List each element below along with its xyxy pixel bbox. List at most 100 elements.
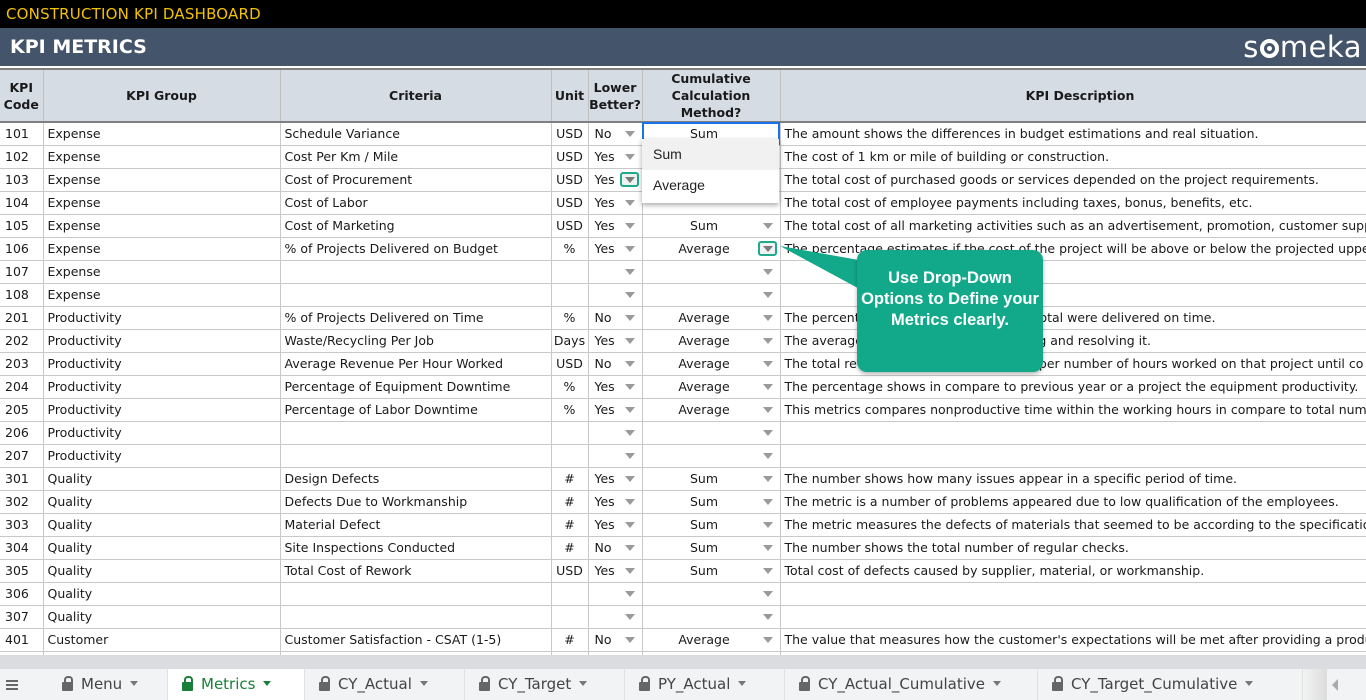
- cell-cumulative-method[interactable]: [642, 283, 781, 307]
- cell-lower-better[interactable]: [588, 605, 643, 629]
- cell-criteria[interactable]: Total Cost of Rework: [280, 559, 552, 583]
- cell-kpi-code[interactable]: 105: [0, 214, 44, 238]
- cell-unit[interactable]: [551, 444, 589, 468]
- dropdown-arrow-icon[interactable]: [762, 544, 773, 551]
- chevron-down-icon[interactable]: [130, 681, 139, 686]
- cell-kpi-code[interactable]: 101: [0, 122, 44, 146]
- dropdown-arrow-icon[interactable]: [624, 153, 635, 160]
- sheet-tab-py-actual[interactable]: PY_Actual: [625, 669, 785, 700]
- cell-kpi-code[interactable]: 103: [0, 168, 44, 192]
- cell-kpi-group[interactable]: Quality: [43, 490, 281, 514]
- cell-kpi-code[interactable]: 107: [0, 260, 44, 284]
- dropdown-arrow-icon[interactable]: [762, 636, 773, 643]
- cell-lower-better[interactable]: Yes: [588, 513, 643, 537]
- cell-description[interactable]: The number shows the total number of reg…: [780, 536, 1366, 560]
- cell-criteria[interactable]: Design Defects: [280, 467, 552, 491]
- cell-lower-better[interactable]: Yes: [588, 329, 643, 353]
- cell-lower-better[interactable]: No: [588, 628, 643, 652]
- cell-description[interactable]: The cost of 1 km or mile of building or …: [780, 145, 1366, 169]
- cell-lower-better[interactable]: No: [588, 306, 643, 330]
- cell-description[interactable]: The amount shows the differences in budg…: [780, 122, 1366, 146]
- chevron-down-icon[interactable]: [263, 681, 272, 686]
- cell-kpi-code[interactable]: 306: [0, 582, 44, 606]
- cell-criteria[interactable]: [280, 283, 552, 307]
- cell-lower-better[interactable]: [588, 260, 643, 284]
- cell-description[interactable]: Total cost of defects caused by supplier…: [780, 559, 1366, 583]
- col-header-unit[interactable]: Unit: [551, 70, 589, 123]
- chevron-down-icon[interactable]: [992, 681, 1001, 686]
- cell-unit[interactable]: [551, 582, 589, 606]
- cell-lower-better[interactable]: Yes: [588, 559, 643, 583]
- dropdown-arrow-icon[interactable]: [624, 567, 635, 574]
- dropdown-option-sum[interactable]: Sum: [642, 139, 779, 170]
- dropdown-arrow-icon[interactable]: [624, 268, 635, 275]
- cell-description[interactable]: [780, 582, 1366, 606]
- cell-kpi-code[interactable]: 304: [0, 536, 44, 560]
- cell-cumulative-method[interactable]: [642, 444, 781, 468]
- col-header-cumulative[interactable]: Cumulative Calculation Method?: [642, 70, 781, 123]
- cell-cumulative-method[interactable]: Average: [642, 352, 781, 376]
- cell-kpi-group[interactable]: Quality: [43, 582, 281, 606]
- cell-kpi-code[interactable]: 106: [0, 237, 44, 261]
- dropdown-option-average[interactable]: Average: [642, 170, 779, 201]
- cell-kpi-group[interactable]: Quality: [43, 467, 281, 491]
- cell-cumulative-method[interactable]: [642, 605, 781, 629]
- cell-unit[interactable]: #: [551, 513, 589, 537]
- cell-unit[interactable]: USD: [551, 559, 589, 583]
- cell-criteria[interactable]: Defects Due to Workmanship: [280, 490, 552, 514]
- cell-kpi-code[interactable]: 302: [0, 490, 44, 514]
- cell-kpi-code[interactable]: 202: [0, 329, 44, 353]
- cell-description[interactable]: The percentage shows in compare to previ…: [780, 375, 1366, 399]
- dropdown-arrow-icon[interactable]: [624, 406, 635, 413]
- cell-unit[interactable]: [551, 283, 589, 307]
- dropdown-arrow-icon[interactable]: [619, 171, 639, 187]
- cell-kpi-code[interactable]: 303: [0, 513, 44, 537]
- cell-unit[interactable]: USD: [551, 168, 589, 192]
- dropdown-arrow-icon[interactable]: [762, 590, 773, 597]
- cell-cumulative-method[interactable]: Sum: [642, 536, 781, 560]
- col-header-lower-better[interactable]: Lower Better?: [588, 70, 643, 123]
- cell-kpi-group[interactable]: Quality: [43, 536, 281, 560]
- cell-lower-better[interactable]: [588, 444, 643, 468]
- cell-kpi-group[interactable]: Productivity: [43, 375, 281, 399]
- cell-criteria[interactable]: [280, 260, 552, 284]
- cell-kpi-group[interactable]: Expense: [43, 145, 281, 169]
- all-sheets-menu-icon[interactable]: [6, 680, 18, 690]
- cell-description[interactable]: The total cost of all marketing activiti…: [780, 214, 1366, 238]
- cell-unit[interactable]: [551, 605, 589, 629]
- cell-criteria[interactable]: Cost of Labor: [280, 191, 552, 215]
- chevron-down-icon[interactable]: [579, 681, 588, 686]
- cell-criteria[interactable]: Cost of Marketing: [280, 214, 552, 238]
- dropdown-arrow-icon[interactable]: [762, 406, 773, 413]
- cell-lower-better[interactable]: Yes: [588, 191, 643, 215]
- dropdown-arrow-icon[interactable]: [624, 636, 635, 643]
- col-header-criteria[interactable]: Criteria: [280, 70, 552, 123]
- chevron-down-icon[interactable]: [1245, 681, 1254, 686]
- cell-lower-better[interactable]: Yes: [588, 237, 643, 261]
- cell-lower-better[interactable]: [588, 283, 643, 307]
- dropdown-arrow-icon[interactable]: [624, 498, 635, 505]
- dropdown-arrow-icon[interactable]: [762, 452, 773, 459]
- cell-kpi-code[interactable]: 104: [0, 191, 44, 215]
- cell-lower-better[interactable]: No: [588, 352, 643, 376]
- cell-kpi-code[interactable]: 102: [0, 145, 44, 169]
- cell-cumulative-method[interactable]: Sum: [642, 559, 781, 583]
- cell-kpi-group[interactable]: Productivity: [43, 352, 281, 376]
- cell-description[interactable]: The metric measures the defects of mater…: [780, 513, 1366, 537]
- cell-kpi-code[interactable]: 204: [0, 375, 44, 399]
- cell-lower-better[interactable]: Yes: [588, 375, 643, 399]
- cell-description[interactable]: The value that measures how the customer…: [780, 628, 1366, 652]
- dropdown-arrow-icon[interactable]: [624, 475, 635, 482]
- cell-lower-better[interactable]: Yes: [588, 467, 643, 491]
- cell-criteria[interactable]: % of Projects Delivered on Budget: [280, 237, 552, 261]
- dropdown-arrow-icon[interactable]: [762, 429, 773, 436]
- cell-cumulative-method[interactable]: Average: [642, 329, 781, 353]
- cell-unit[interactable]: [551, 260, 589, 284]
- cell-criteria[interactable]: Cost of Procurement: [280, 168, 552, 192]
- cell-cumulative-method[interactable]: Sum: [642, 214, 781, 238]
- cell-kpi-group[interactable]: Productivity: [43, 444, 281, 468]
- cell-criteria[interactable]: [280, 421, 552, 445]
- dropdown-arrow-icon[interactable]: [624, 360, 635, 367]
- chevron-down-icon[interactable]: [738, 681, 747, 686]
- cell-description[interactable]: [780, 605, 1366, 629]
